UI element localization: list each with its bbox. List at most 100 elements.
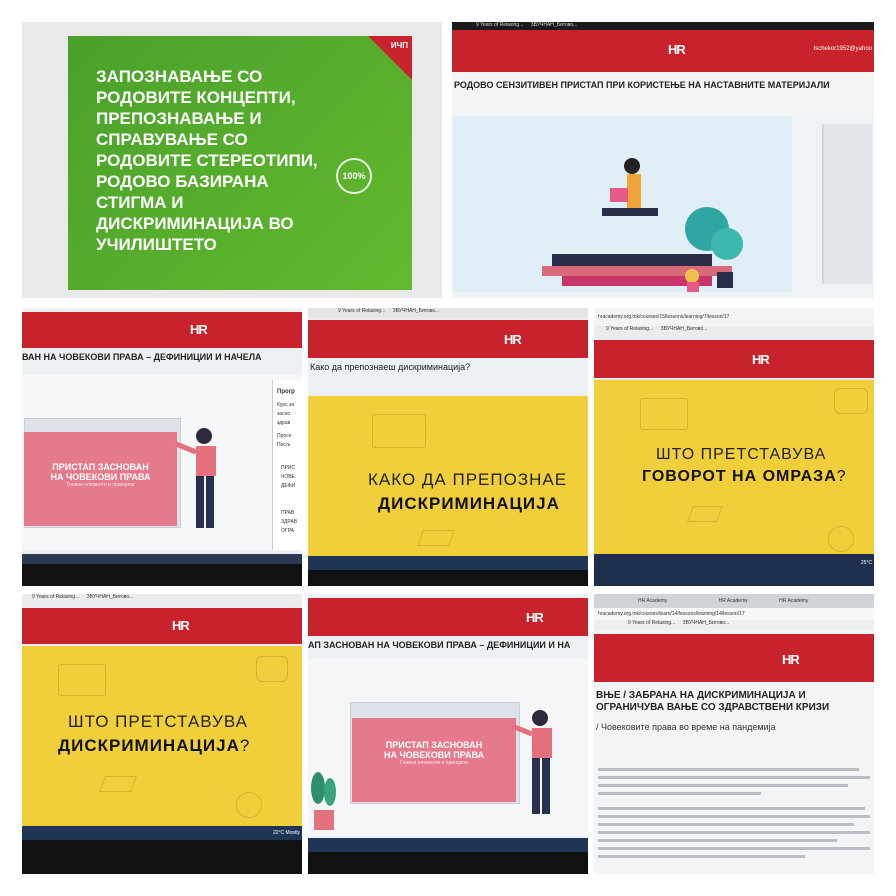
- green-slide: ИЧП ЗАПОЗНАВАЊЕ СО РОДОВИТЕ КОНЦЕПТИ, ПР…: [68, 36, 412, 290]
- url-bar: hracademy.org.mk/courses/15/lessons/lear…: [594, 308, 874, 326]
- sidebar-item[interactable]: ПРАВ: [281, 509, 302, 518]
- speech-bubble-icon: [256, 656, 288, 682]
- yellow-slide: ШТО ПРЕТСТАВУВА ДИСКРИМИНАЦИЈА?: [22, 646, 302, 826]
- plant-illustration: [311, 772, 336, 830]
- tab-2[interactable]: HR Academy: [719, 598, 748, 604]
- lesson-question: Како да препознаеш дискриминација?: [310, 362, 471, 372]
- sidebar-item[interactable]: здрав: [277, 419, 302, 428]
- tab-1[interactable]: HR Academy: [638, 598, 667, 604]
- site-header: HR: [22, 608, 302, 644]
- bookmark-2[interactable]: ЗВУЧНАН_Битово...: [661, 326, 708, 332]
- photo-tile-1: ИЧП ЗАПОЗНАВАЊЕ СО РОДОВИТЕ КОНЦЕПТИ, ПР…: [22, 22, 442, 298]
- bookmark-2[interactable]: ЗВУЧНАН_Битово...: [393, 308, 440, 314]
- sidebar-item[interactable]: Курс за: [277, 401, 302, 410]
- book-icon: [372, 414, 426, 448]
- illustration-area: [452, 114, 874, 298]
- hr-logo-icon[interactable]: HR: [172, 618, 190, 633]
- grad-cap-icon: [687, 506, 723, 522]
- bookmark-2[interactable]: ЗВУЧНАН_Битово...: [531, 22, 578, 28]
- card-line-1: ПРИСТАП ЗАСНОВАН: [52, 462, 149, 472]
- grad-cap-icon: [417, 530, 455, 546]
- sidebar-item[interactable]: ПРИС: [281, 464, 302, 473]
- bookmark-1[interactable]: 9 Years of Relaxing...: [606, 326, 653, 332]
- site-header: HR: [594, 340, 874, 378]
- taskbar: 25°C: [594, 554, 874, 586]
- bookmark-bar: 9 Years of Relaxing... ЗВУЧНАН_Битово...: [594, 620, 874, 630]
- site-header: HR: [308, 320, 588, 358]
- slide-title: ЗАПОЗНАВАЊЕ СО РОДОВИТЕ КОНЦЕПТИ, ПРЕПОЗ…: [96, 67, 318, 254]
- card-line-2: НА ЧОВЕКОВИ ПРАВА: [383, 750, 485, 760]
- yellow-slide: КАКО ДА ПРЕПОЗНАЕ ДИСКРИМИНАЦИЈА: [308, 396, 588, 556]
- bookmark-1[interactable]: 9 Years of Relaxing...: [338, 308, 385, 314]
- slide-line-1: ШТО ПРЕТСТАВУВА: [68, 712, 248, 731]
- lesson-title: РОДОВО СЕНЗИТИВЕН ПРИСТАП ПРИ КОРИСТЕЊЕ …: [454, 80, 830, 90]
- tab-3[interactable]: HR Academy: [779, 598, 808, 604]
- topic-card: ПРИСТАП ЗАСНОВАН НА ЧОВЕКОВИ ПРАВА Главн…: [24, 432, 177, 526]
- url-text[interactable]: hracademy.org.mk/courses/15/lessons/lear…: [598, 314, 729, 320]
- progress-value: 100%: [342, 171, 366, 181]
- photo-tile-2: 9 Years of Relaxing... ЗВУЧНАН_Битово...…: [452, 22, 874, 298]
- reading-person-illustration: [542, 158, 743, 292]
- photo-tile-3: HR ВАН НА ЧОВЕКОВИ ПРАВА – ДЕФИНИЦИИ И Н…: [22, 308, 302, 586]
- sidebar-item[interactable]: засно: [277, 410, 302, 419]
- sidebar-item[interactable]: ОГРА: [281, 527, 302, 536]
- card-line-2: НА ЧОВЕКОВИ ПРАВА: [50, 472, 151, 482]
- hr-logo-icon[interactable]: HR: [782, 652, 800, 667]
- url-text[interactable]: hracademy.org.mk/courses/learn/14/lesson…: [598, 611, 745, 617]
- sidebar-item[interactable]: ДЕФИ: [281, 482, 302, 491]
- slide-line-2: ДИСКРИМИНАЦИЈА: [378, 494, 560, 513]
- weather-status: 25°C: [860, 560, 872, 566]
- presenter-illustration: [175, 428, 216, 528]
- bookmark-1[interactable]: 9 Years of Relaxing...: [476, 22, 523, 28]
- lesson-title: ВЊЕ / ЗАБРАНА НА ДИСКРИМИНАЦИЈА И ОГРАНИ…: [596, 690, 830, 713]
- hr-logo-icon[interactable]: HR: [504, 332, 522, 347]
- slide-line-2-wrap: ДИСКРИМИНАЦИЈА?: [58, 736, 250, 756]
- progress-badge: 100%: [336, 158, 372, 194]
- photo-tile-4: 9 Years of Relaxing... ЗВУЧНАН_Битово...…: [308, 308, 588, 586]
- hr-logo-icon[interactable]: HR: [190, 322, 208, 337]
- topic-card: ПРИСТАП ЗАСНОВАН НА ЧОВЕКОВИ ПРАВА Главн…: [352, 718, 516, 802]
- photo-tile-7: HR АП ЗАСНОВАН НА ЧОВЕКОВИ ПРАВА – ДЕФИН…: [308, 594, 588, 874]
- question-mark: ?: [239, 736, 251, 755]
- sidebar-item[interactable]: Просе: [277, 432, 302, 441]
- slide-line-2: ДИСКРИМИНАЦИЈА: [58, 736, 240, 755]
- bookmark-bar: 9 Years of Relaxing... ЗВУЧНАН_Битово...: [452, 22, 874, 30]
- yellow-slide: ШТО ПРЕТСТАВУВА ГОВОРОТ НА ОМРАЗА?: [594, 380, 874, 554]
- photo-tile-8: HR Academy HR Academy HR Academy hracade…: [594, 594, 874, 874]
- taskbar: 22°C Mostly: [22, 826, 302, 874]
- hr-logo-icon[interactable]: HR: [668, 42, 686, 57]
- slide-line-1: КАКО ДА ПРЕПОЗНАЕ: [368, 470, 568, 489]
- body-text-placeholder: [598, 768, 870, 863]
- presenter-illustration: [511, 710, 552, 814]
- bookmark-2[interactable]: ЗВУЧНАН_Битово...: [683, 620, 730, 626]
- photo-tile-6: 9 Years of Relaxing... ЗВУЧНАН_Битово...…: [22, 594, 302, 874]
- slide-line-1: ШТО ПРЕТСТАВУВА: [656, 446, 827, 463]
- site-header: HR: [308, 598, 588, 636]
- bookmark-1[interactable]: 9 Years of Relaxing...: [628, 620, 675, 626]
- speech-bubble-icon: [834, 388, 868, 414]
- hr-logo-icon[interactable]: HR: [752, 352, 770, 367]
- user-email[interactable]: Ischekor1952@yahoo: [814, 46, 872, 52]
- photo-tile-5: hracademy.org.mk/courses/15/lessons/lear…: [594, 308, 874, 586]
- bookmark-2[interactable]: ЗВУЧНАН_Битово...: [87, 594, 134, 600]
- book-icon: [640, 398, 688, 430]
- bookmark-1[interactable]: 9 Years of Relaxing...: [32, 594, 79, 600]
- corner-tag-label: ИЧП: [390, 41, 408, 50]
- sidebar-item[interactable]: ЗДРАВ: [281, 518, 302, 527]
- browser-tabs: HR Academy HR Academy HR Academy: [594, 594, 874, 608]
- taskbar: [308, 556, 588, 586]
- site-header: HR: [594, 634, 874, 682]
- bookmark-bar: 9 Years of Relaxing... ЗВУЧНАН_Битово...: [594, 326, 874, 336]
- url-bar: hracademy.org.mk/courses/learn/14/lesson…: [594, 608, 874, 620]
- sidebar-heading: Прогр: [277, 389, 295, 395]
- lesson-title: ВАН НА ЧОВЕКОВИ ПРАВА – ДЕФИНИЦИИ И НАЧЕ…: [22, 352, 262, 362]
- sidebar-item[interactable]: ЧОВЕ: [281, 473, 302, 482]
- sidebar-item[interactable]: Посљ: [277, 441, 302, 450]
- hr-logo-icon[interactable]: HR: [526, 610, 544, 625]
- bookshelf-illustration: [822, 124, 872, 284]
- card-line-3: Главни елементи и принципи: [66, 482, 135, 488]
- lesson-subtitle: / Човековите права во време на пандемија: [596, 722, 776, 732]
- ball-icon: [828, 526, 854, 552]
- card-line-1: ПРИСТАП ЗАСНОВАН: [385, 740, 483, 750]
- lesson-title: АП ЗАСНОВАН НА ЧОВЕКОВИ ПРАВА – ДЕФИНИЦИ…: [308, 640, 571, 650]
